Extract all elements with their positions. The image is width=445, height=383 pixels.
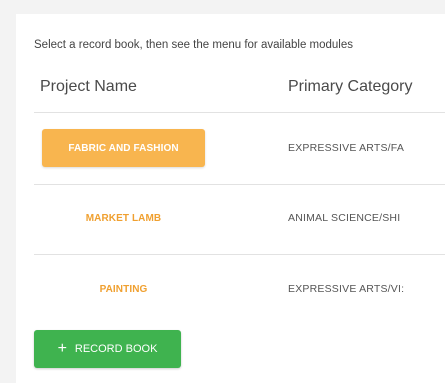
plus-icon: + — [57, 340, 67, 357]
project-button-market-lamb[interactable]: MARKET LAMB — [42, 199, 205, 237]
column-header-project-name: Project Name — [40, 78, 137, 95]
divider — [34, 254, 445, 255]
add-record-book-label: RECORD BOOK — [74, 343, 158, 355]
divider — [34, 112, 445, 113]
project-button-painting[interactable]: PAINTING — [42, 270, 205, 308]
record-book-panel: Select a record book, then see the menu … — [16, 14, 445, 383]
category-cell: ANIMAL SCIENCE/SHI — [288, 212, 401, 224]
category-cell: EXPRESSIVE ARTS/FA — [288, 142, 405, 154]
instructions-text: Select a record book, then see the menu … — [34, 39, 353, 51]
column-header-primary-category: Primary Category — [288, 78, 413, 95]
add-record-book-button[interactable]: + RECORD BOOK — [34, 330, 181, 368]
divider — [34, 184, 445, 185]
category-cell: EXPRESSIVE ARTS/VI: — [288, 283, 405, 295]
project-button-fabric-and-fashion[interactable]: FABRIC AND FASHION — [42, 129, 205, 167]
